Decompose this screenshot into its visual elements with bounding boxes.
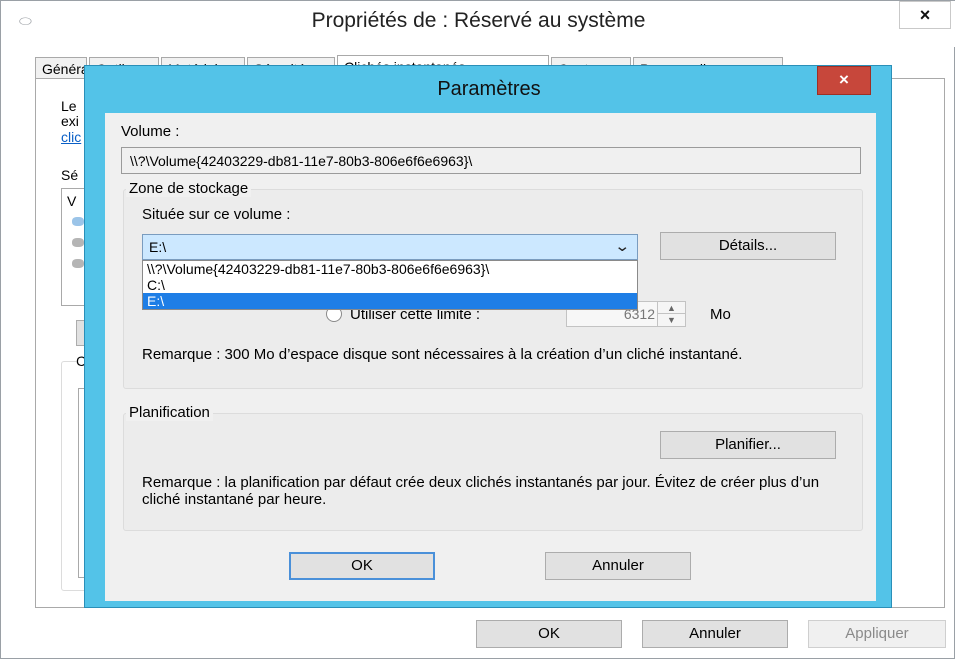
schedule-group: Planification Planifier... Remarque : la… xyxy=(123,404,863,531)
dropdown-selected-value: E:\ xyxy=(149,239,167,255)
window-close-button[interactable]: × xyxy=(899,1,951,29)
chevron-down-icon: ⌄ xyxy=(614,238,631,255)
list-header-fragment: V xyxy=(67,193,77,209)
disk-icon xyxy=(72,259,84,268)
window-titlebar: ⬭ Propriétés de : Réservé au système × xyxy=(1,1,955,47)
cancel-button[interactable]: Annuler xyxy=(545,552,691,580)
storage-volume-dropdown-list: \\?\Volume{42403229-db81-11e7-80b3-806e6… xyxy=(142,260,638,310)
storage-group-title: Zone de stockage xyxy=(126,180,252,197)
intro-text-fragment: exi xyxy=(61,113,79,129)
dropdown-option[interactable]: \\?\Volume{42403229-db81-11e7-80b3-806e6… xyxy=(143,261,637,277)
volumes-list-fragment: V xyxy=(61,188,85,306)
limit-unit-label: Mo xyxy=(710,306,731,323)
schedule-note: Remarque : la planification par défaut c… xyxy=(142,474,820,508)
dialog-body: Volume : \\?\Volume{42403229-db81-11e7-8… xyxy=(105,113,876,601)
storage-group: Zone de stockage Située sur ce volume : … xyxy=(123,180,863,389)
disk-icon xyxy=(72,238,84,247)
cancel-button[interactable]: Annuler xyxy=(642,620,788,648)
close-icon: × xyxy=(919,5,931,25)
dropdown-option[interactable]: C:\ xyxy=(143,277,637,293)
volume-path-field: \\?\Volume{42403229-db81-11e7-80b3-806e6… xyxy=(121,147,861,174)
dialog-title: Paramètres xyxy=(437,78,541,100)
dropdown-option-selected[interactable]: E:\ xyxy=(143,293,637,309)
dialog-close-button[interactable]: × xyxy=(817,66,871,95)
storage-note: Remarque : 300 Mo d’espace disque sont n… xyxy=(142,346,743,363)
details-button[interactable]: Détails... xyxy=(660,232,836,260)
select-volume-label-fragment: Sé xyxy=(61,167,79,183)
learn-more-link-fragment[interactable]: clic xyxy=(61,129,81,145)
schedule-button[interactable]: Planifier... xyxy=(660,431,836,459)
volume-label: Volume : xyxy=(121,123,180,140)
storage-volume-dropdown[interactable]: E:\ ⌄ xyxy=(142,234,638,260)
spin-down-icon[interactable]: ▼ xyxy=(657,314,685,326)
settings-dialog: Paramètres × Volume : \\?\Volume{4240322… xyxy=(84,65,892,608)
spin-up-icon[interactable]: ▲ xyxy=(657,302,685,314)
disk-icon xyxy=(72,217,84,226)
ok-button[interactable]: OK xyxy=(289,552,435,580)
intro-text-fragment: Le xyxy=(61,98,77,114)
located-on-volume-label: Située sur ce volume : xyxy=(142,206,291,223)
close-icon: × xyxy=(839,70,849,89)
schedule-group-title: Planification xyxy=(126,404,213,421)
tab-general[interactable]: Général xyxy=(35,57,87,79)
ok-button[interactable]: OK xyxy=(476,620,622,648)
window-title: Propriétés de : Réservé au système xyxy=(311,9,646,32)
apply-button: Appliquer xyxy=(808,620,946,648)
